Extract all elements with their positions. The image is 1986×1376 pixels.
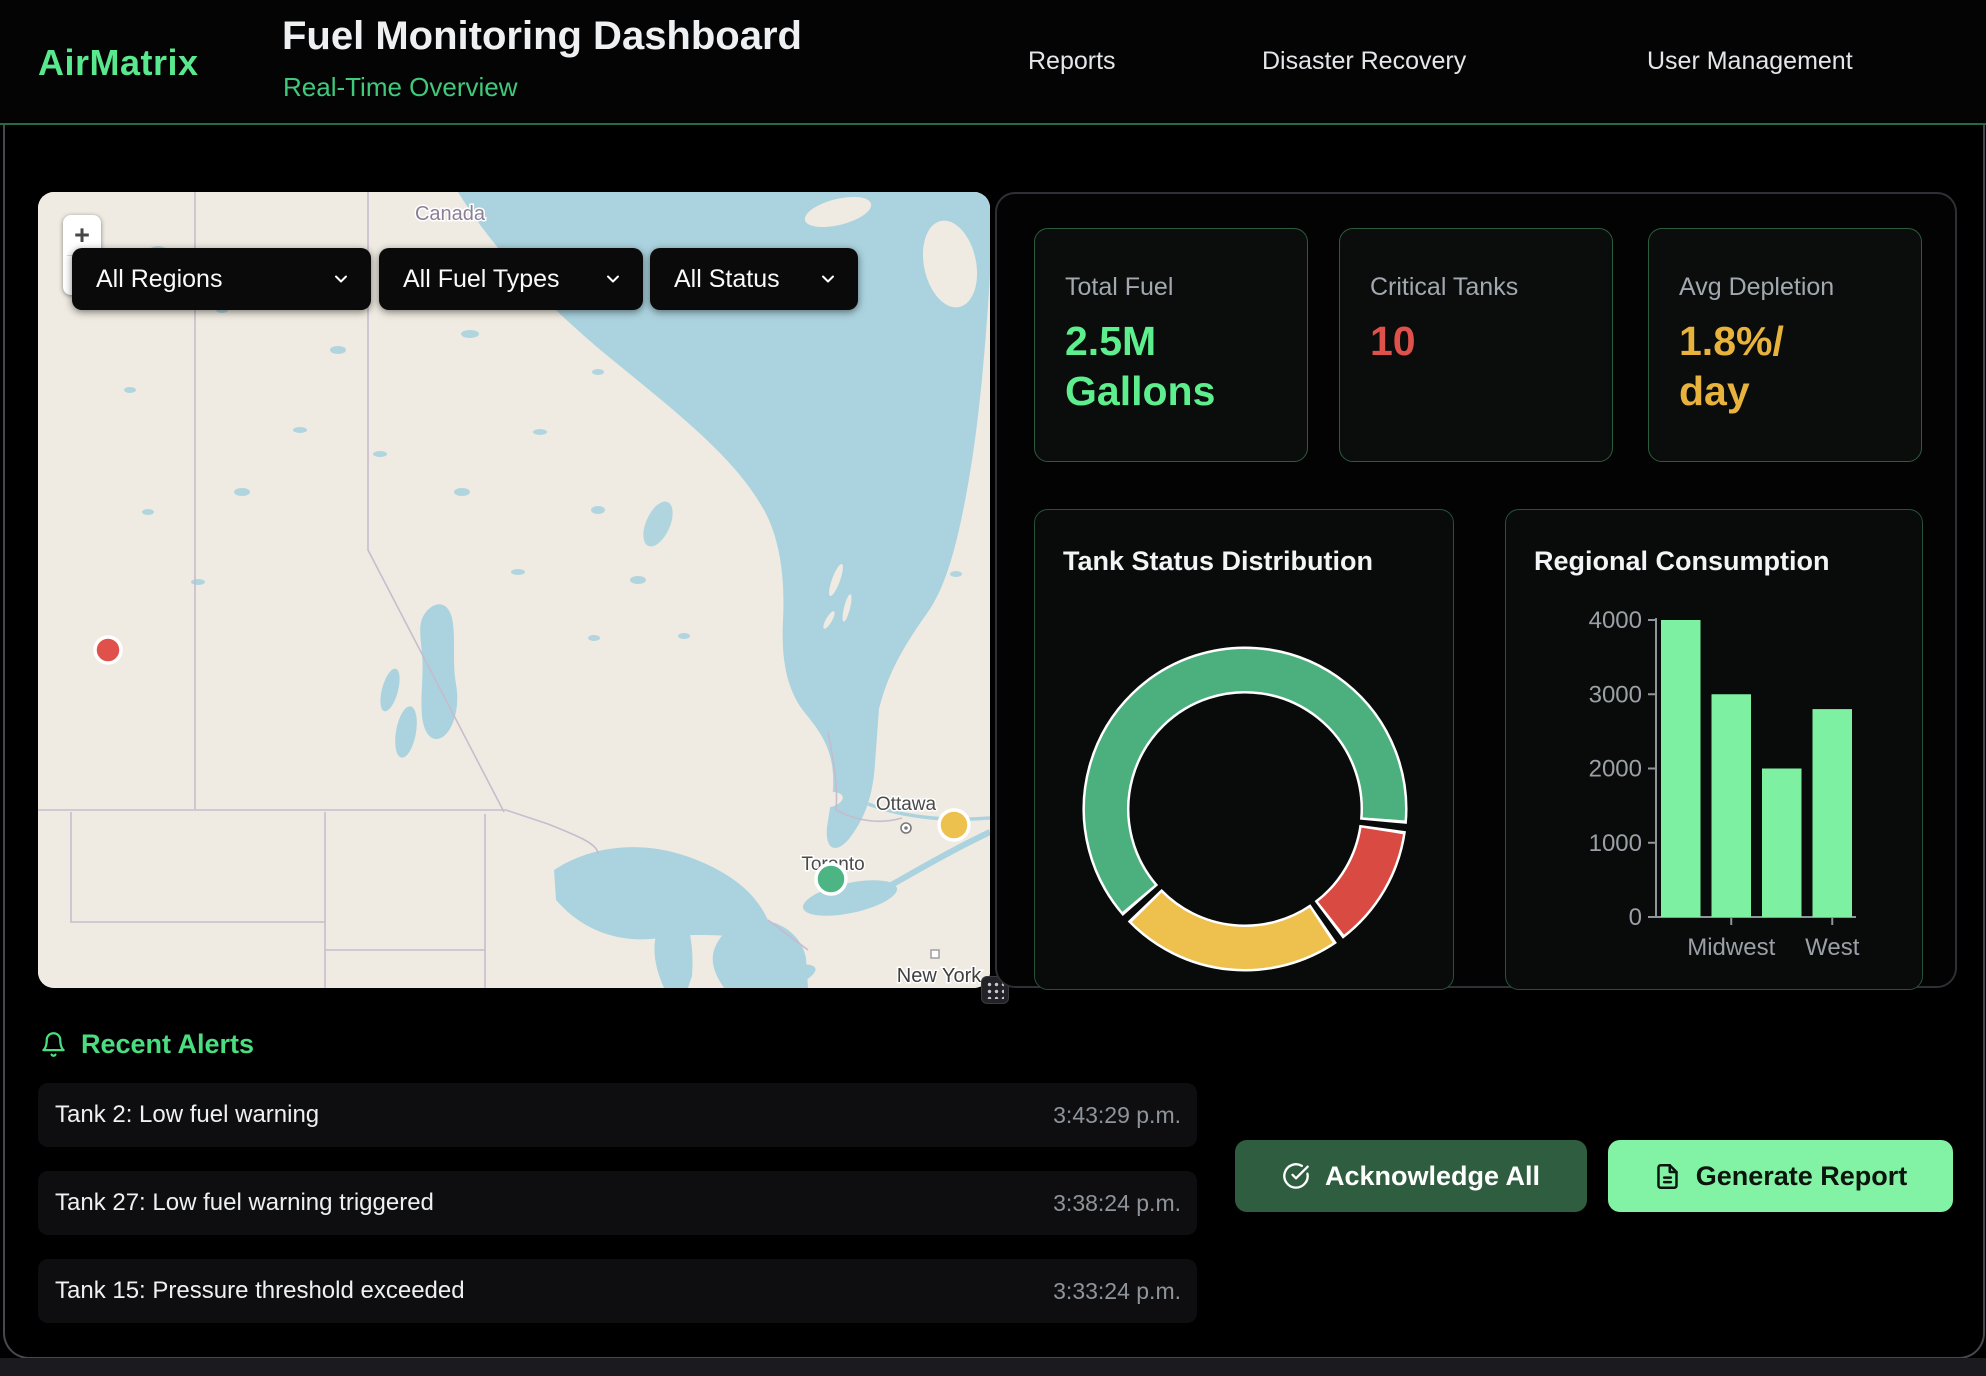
chevron-down-icon [603, 269, 623, 289]
map-canvas[interactable]: CanadaOttawaTorontoNew York [38, 192, 990, 988]
alert-row[interactable]: Tank 2: Low fuel warning 3:43:29 p.m. [38, 1083, 1197, 1147]
header-bar: AirMatrix Fuel Monitoring Dashboard Real… [0, 0, 1986, 125]
nav-item-user-management[interactable]: User Management [1647, 0, 1853, 123]
stat-value: 2.5M Gallons [1065, 316, 1277, 416]
app-logo: AirMatrix [38, 42, 199, 84]
status-filter-dropdown[interactable]: All Status [650, 248, 858, 310]
stat-value: 1.8%/ day [1679, 316, 1891, 416]
bar-west[interactable] [1813, 709, 1853, 917]
map-place-label: Canada [415, 203, 486, 225]
stat-card-total-fuel: Total Fuel 2.5M Gallons [1034, 228, 1308, 462]
tank-marker-warning[interactable] [939, 810, 969, 840]
stat-card-critical-tanks: Critical Tanks 10 [1339, 228, 1613, 462]
y-tick-label: 2000 [1589, 756, 1642, 783]
dropdown-value: All Fuel Types [403, 265, 560, 294]
tank-status-doughnut-chart [1035, 510, 1455, 991]
city-dot-icon [931, 950, 939, 958]
alert-row[interactable]: Tank 15: Pressure threshold exceeded 3:33… [38, 1259, 1197, 1323]
acknowledge-all-button[interactable]: Acknowledge All [1235, 1140, 1587, 1212]
nav-item-disaster-recovery[interactable]: Disaster Recovery [1262, 0, 1466, 123]
dropdown-value: All Regions [96, 265, 222, 294]
doughnut-segment-normal[interactable] [1106, 670, 1384, 898]
tank-marker-normal[interactable] [816, 864, 846, 894]
bar-series-1[interactable] [1661, 620, 1701, 917]
y-tick-label: 1000 [1589, 830, 1642, 857]
region-filter-dropdown[interactable]: All Regions [72, 248, 371, 310]
stat-label: Total Fuel [1065, 273, 1277, 302]
tank-marker-critical[interactable] [95, 637, 121, 663]
nav-item-reports[interactable]: Reports [1028, 0, 1116, 123]
page-subtitle: Real-Time Overview [283, 72, 518, 103]
alert-timestamp: 3:43:29 p.m. [1053, 1102, 1181, 1129]
x-tick-label: Midwest [1687, 934, 1775, 961]
stat-label: Critical Tanks [1370, 273, 1582, 302]
recent-alerts-header: Recent Alerts [40, 1026, 254, 1062]
bar-series-3[interactable] [1762, 769, 1802, 918]
alert-timestamp: 3:38:24 p.m. [1053, 1190, 1181, 1217]
overview-panel: Total Fuel 2.5M Gallons Critical Tanks 10 Av… [995, 192, 1957, 988]
stat-label: Avg Depletion [1679, 273, 1891, 302]
tank-status-panel: Tank Status Distribution [1034, 509, 1454, 990]
file-text-icon [1654, 1163, 1681, 1190]
nav-item-label: Disaster Recovery [1262, 47, 1466, 76]
dropdown-value: All Status [674, 265, 780, 294]
nav-item-label: User Management [1647, 47, 1853, 76]
stat-card-avg-depletion: Avg Depletion 1.8%/ day [1648, 228, 1922, 462]
x-tick-label: West [1805, 934, 1860, 961]
alert-timestamp: 3:33:24 p.m. [1053, 1278, 1181, 1305]
nav-item-label: Reports [1028, 47, 1116, 76]
regional-consumption-panel: Regional Consumption 0 1000 2000 3000 4000 Mi… [1505, 509, 1923, 990]
alert-text: Tank 15: Pressure threshold exceeded [55, 1277, 465, 1305]
stat-value: 10 [1370, 316, 1582, 366]
alert-text: Tank 27: Low fuel warning triggered [55, 1189, 434, 1217]
y-tick-label: 3000 [1589, 681, 1642, 708]
chevron-down-icon [331, 269, 351, 289]
generate-report-label: Generate Report [1696, 1161, 1908, 1192]
map-panel[interactable]: CanadaOttawaTorontoNew York [38, 192, 990, 988]
bell-icon [40, 1031, 67, 1058]
map-place-label: Ottawa [876, 794, 937, 815]
alert-text: Tank 2: Low fuel warning [55, 1101, 319, 1129]
alert-row[interactable]: Tank 27: Low fuel warning triggered 3:38:… [38, 1171, 1197, 1235]
chevron-down-icon [818, 269, 838, 289]
generate-report-button[interactable]: Generate Report [1608, 1140, 1953, 1212]
regional-consumption-bar-chart: 0 1000 2000 3000 4000 Midwest West [1506, 510, 1924, 991]
bar-midwest[interactable] [1712, 694, 1752, 917]
fuel-type-filter-dropdown[interactable]: All Fuel Types [379, 248, 643, 310]
map-place-label: New York [897, 965, 982, 987]
check-circle-icon [1282, 1162, 1310, 1190]
acknowledge-all-label: Acknowledge All [1325, 1161, 1540, 1192]
tank-status-title: Tank Status Distribution [1063, 546, 1373, 577]
map-lake-winnipeg [420, 604, 457, 739]
y-tick-label: 0 [1629, 904, 1642, 931]
bottom-strip [0, 1358, 1986, 1376]
town-dot-icon [901, 823, 911, 833]
recent-alerts-title: Recent Alerts [81, 1029, 254, 1060]
page-title: Fuel Monitoring Dashboard [282, 14, 802, 59]
y-tick-label: 4000 [1589, 607, 1642, 634]
regional-consumption-title: Regional Consumption [1534, 546, 1829, 577]
